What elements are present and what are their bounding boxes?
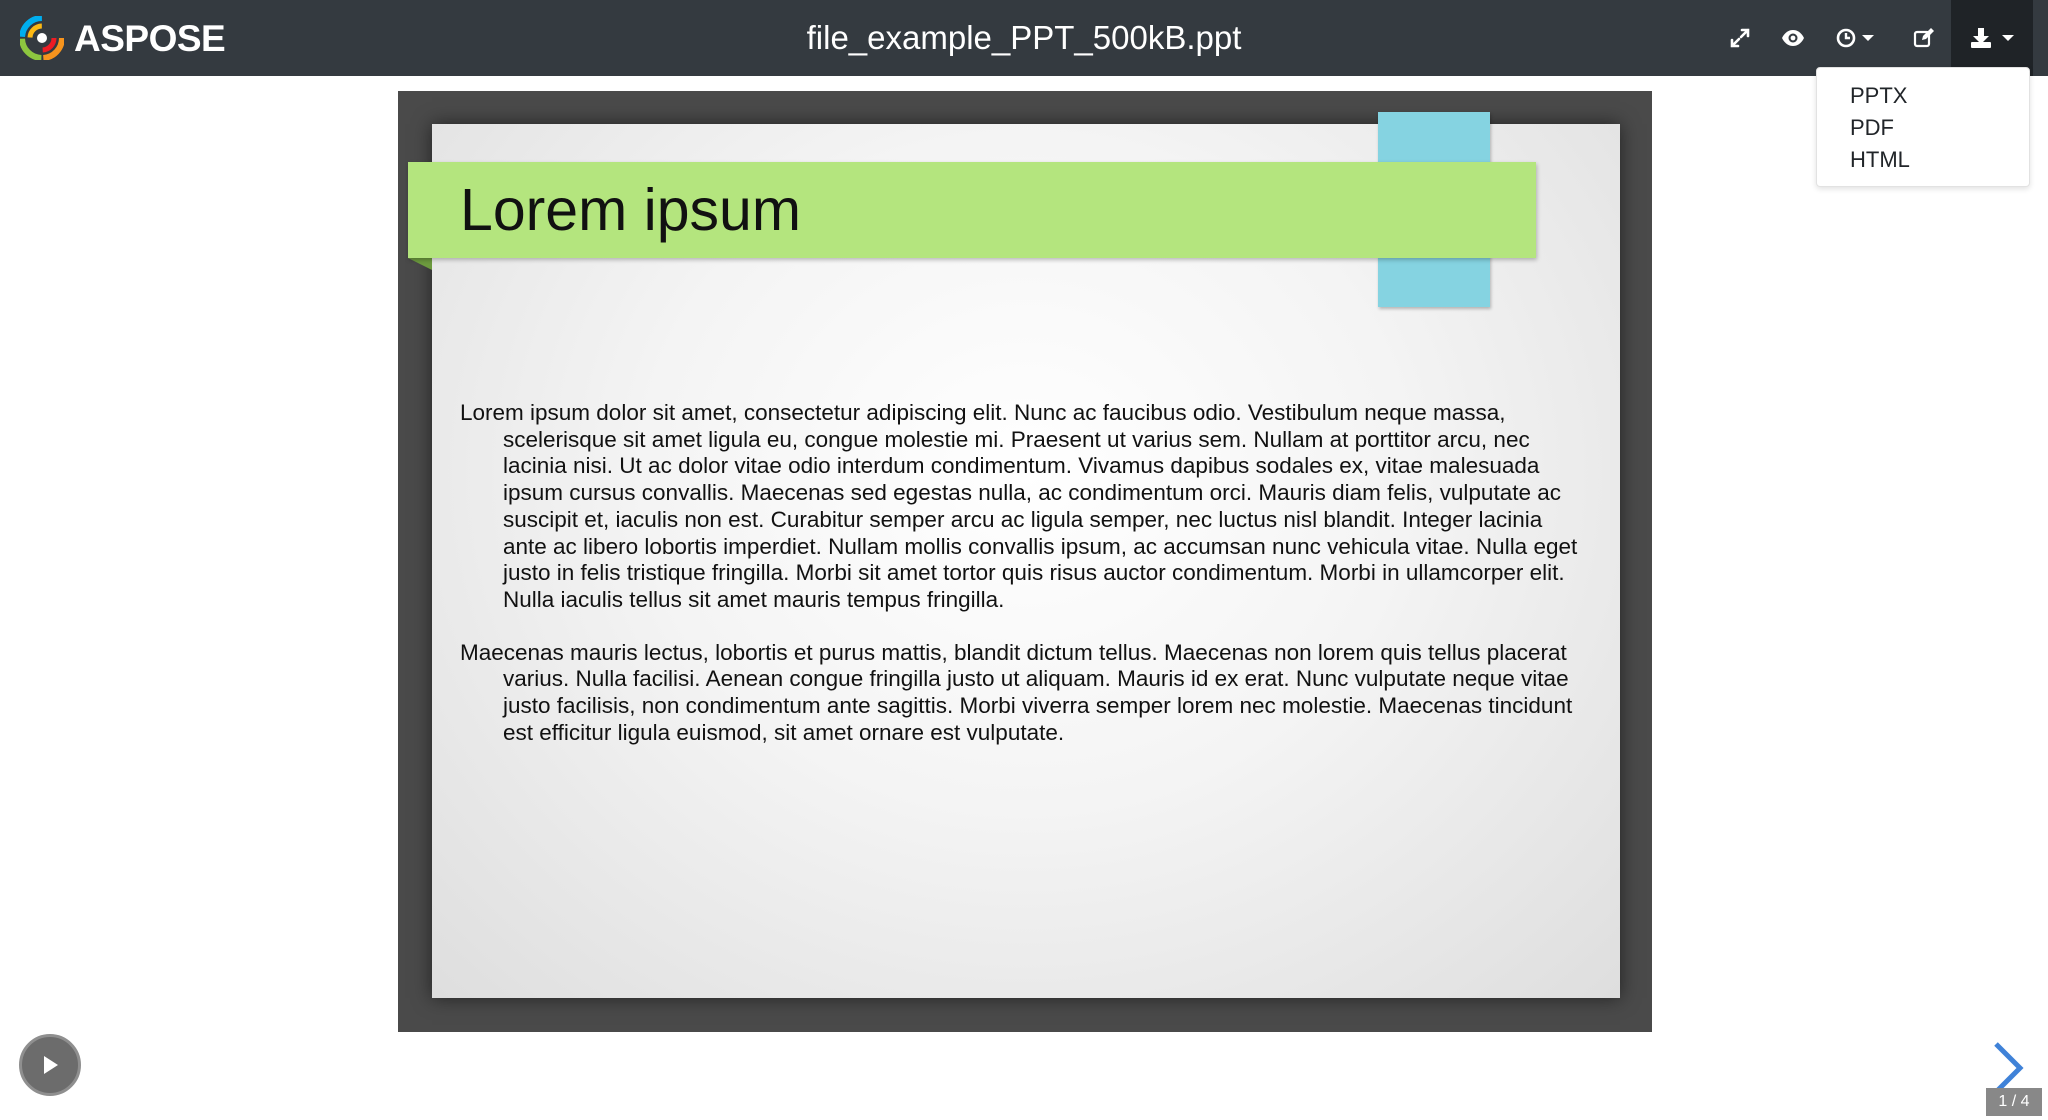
chevron-right-icon <box>1994 1042 2024 1094</box>
logo-text: ASPOSE <box>74 17 226 59</box>
download-icon <box>1971 28 1991 48</box>
download-format-menu: PPTX PDF HTML <box>1816 67 2030 187</box>
expand-icon <box>1730 28 1750 48</box>
slide-title-band-fold <box>408 258 432 270</box>
view-button[interactable] <box>1773 0 1813 76</box>
edit-button[interactable] <box>1904 0 1944 76</box>
page-indicator: 1 / 4 <box>1986 1088 2042 1116</box>
clock-icon <box>1836 28 1856 48</box>
eye-icon <box>1782 30 1804 46</box>
aspose-logo[interactable]: ASPOSE <box>20 14 226 62</box>
download-dropdown-button[interactable] <box>1951 0 2033 76</box>
slide-paragraph: Lorem ipsum dolor sit amet, consectetur … <box>460 400 1578 612</box>
chevron-down-icon <box>2002 35 2014 41</box>
aspose-logo-icon <box>20 16 64 60</box>
slide-paragraph: Maecenas mauris lectus, lobortis et puru… <box>460 639 1573 745</box>
edit-icon <box>1913 28 1934 48</box>
history-dropdown-button[interactable] <box>1828 0 1882 76</box>
play-slideshow-button[interactable] <box>19 1034 81 1096</box>
slide-body: Lorem ipsum dolor sit amet, consectetur … <box>460 400 1590 772</box>
chevron-down-icon <box>1862 35 1874 41</box>
menu-item-pdf[interactable]: PDF <box>1817 112 2029 144</box>
play-icon <box>44 1056 58 1074</box>
menu-item-html[interactable]: HTML <box>1817 144 2029 176</box>
fullscreen-button[interactable] <box>1720 0 1760 76</box>
slide-title: Lorem ipsum <box>460 177 802 243</box>
menu-item-pptx[interactable]: PPTX <box>1817 80 2029 112</box>
top-bar: ASPOSE file_example_PPT_500kB.ppt <box>0 0 2048 76</box>
